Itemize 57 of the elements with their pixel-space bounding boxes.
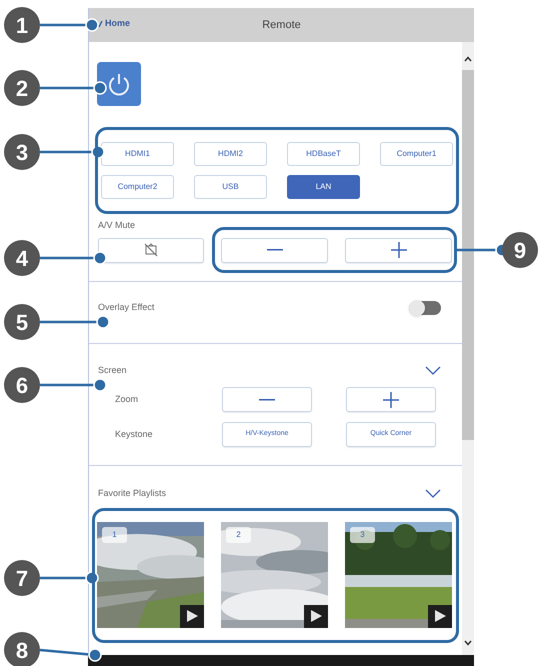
source-button[interactable]: HDMI2 xyxy=(194,142,267,166)
play-button[interactable] xyxy=(304,604,328,628)
plus-icon xyxy=(390,242,406,258)
leader-line xyxy=(40,251,107,265)
plus-icon xyxy=(383,392,399,408)
playlist-number: 2 xyxy=(226,526,251,542)
callout-number: 2 xyxy=(4,70,40,106)
leader-line xyxy=(40,81,107,95)
play-icon xyxy=(434,610,446,622)
play-button[interactable] xyxy=(180,604,204,628)
scroll-down-icon[interactable] xyxy=(464,640,472,646)
play-icon xyxy=(186,610,198,622)
scroll-thumb[interactable] xyxy=(462,70,474,440)
callout-number: 5 xyxy=(4,304,40,340)
callout-number: 7 xyxy=(4,560,40,596)
source-button[interactable]: LAN xyxy=(287,175,360,199)
callout-number: 4 xyxy=(4,240,40,276)
callout-number: 1 xyxy=(4,7,40,43)
section-title: Screen xyxy=(98,364,127,376)
leader-line xyxy=(40,571,99,585)
minus-icon xyxy=(259,398,275,400)
callout-number: 6 xyxy=(4,367,40,403)
power-icon xyxy=(106,71,132,97)
home-link[interactable]: Home xyxy=(97,17,130,30)
back-icon xyxy=(97,20,103,28)
chevron-down-icon[interactable] xyxy=(425,366,442,375)
chevron-down-icon[interactable] xyxy=(425,489,442,498)
source-button[interactable]: HDMI1 xyxy=(101,142,174,166)
mute-icon xyxy=(143,243,159,257)
source-button[interactable]: Computer1 xyxy=(380,142,453,166)
play-button[interactable] xyxy=(428,604,452,628)
play-icon xyxy=(310,610,322,622)
minus-icon xyxy=(266,249,282,251)
playlist-number: 3 xyxy=(350,526,375,542)
leader-line xyxy=(40,145,105,159)
row-label: Zoom xyxy=(114,392,140,406)
av-mute-button[interactable] xyxy=(98,238,204,262)
setting-label: Overlay Effect xyxy=(98,301,154,314)
callout-number: 9 xyxy=(502,232,538,268)
source-button[interactable]: HDBaseT xyxy=(287,142,360,166)
leader-line xyxy=(40,378,107,392)
leader-line xyxy=(40,315,110,329)
leader-line xyxy=(40,648,102,662)
section-label: A/V Mute xyxy=(98,219,136,232)
section-title: Favorite Playlists xyxy=(98,487,166,500)
callout-number: 3 xyxy=(4,134,40,170)
playlist-number: 1 xyxy=(102,526,127,542)
source-button[interactable]: Computer2 xyxy=(101,175,174,199)
window-title: Remote xyxy=(262,18,301,33)
row-label: Keystone xyxy=(114,428,154,441)
scrollbar[interactable] xyxy=(462,42,474,655)
toggle-switch[interactable] xyxy=(409,301,442,315)
leader-line xyxy=(40,18,99,32)
source-button[interactable]: USB xyxy=(194,175,267,199)
callout-number: 8 xyxy=(4,632,40,666)
scroll-up-icon[interactable] xyxy=(464,56,472,62)
power-button[interactable] xyxy=(97,62,141,106)
